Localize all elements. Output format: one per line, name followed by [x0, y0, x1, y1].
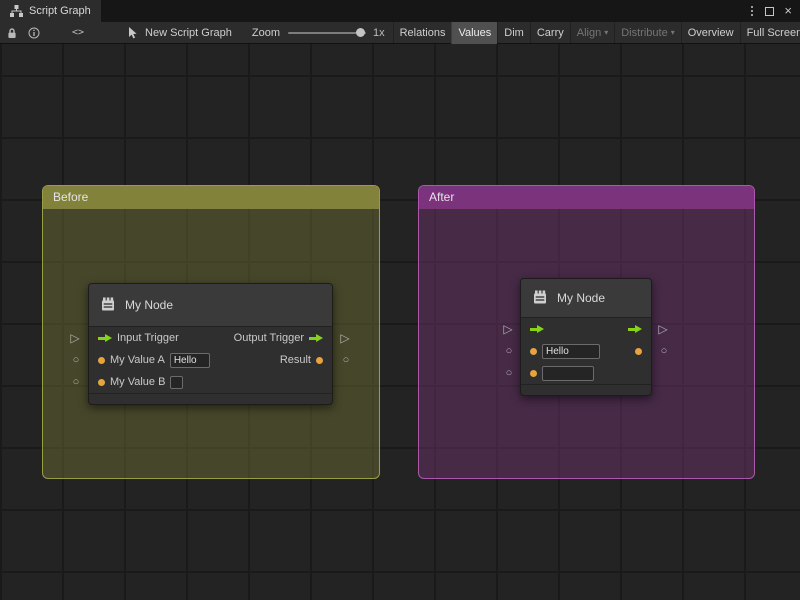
value-a-row — [521, 340, 651, 362]
titlebar: Script Graph × — [0, 0, 800, 22]
value-port-external[interactable]: ○ — [502, 366, 516, 380]
flow-port-external[interactable]: ▷ — [656, 322, 670, 336]
value-b-row — [521, 362, 651, 384]
code-view-icon[interactable]: <> — [72, 22, 84, 44]
node-icon — [99, 295, 117, 316]
value-a-row: My Value A Result — [89, 349, 332, 371]
overview-button[interactable]: Overview — [681, 22, 740, 44]
chevron-down-icon: ▾ — [604, 28, 608, 37]
graph-breadcrumb[interactable]: New Script Graph — [128, 22, 232, 44]
output-trigger-label: Output Trigger — [234, 332, 304, 344]
value-b-input[interactable] — [542, 366, 594, 381]
zoom-label: Zoom — [252, 27, 280, 39]
trigger-row — [521, 318, 651, 340]
zoom-slider[interactable] — [288, 32, 366, 34]
value-port-external[interactable]: ○ — [69, 375, 83, 389]
value-input-port-icon[interactable] — [530, 348, 537, 355]
input-trigger-label: Input Trigger — [117, 332, 179, 344]
value-port-external[interactable]: ○ — [339, 353, 353, 367]
group-before-header[interactable]: Before — [43, 186, 379, 209]
node-header[interactable]: My Node — [89, 284, 332, 327]
carry-button[interactable]: Carry — [530, 22, 570, 44]
flow-input-port-icon[interactable] — [530, 325, 544, 334]
value-port-external[interactable]: ○ — [69, 353, 83, 367]
flow-port-external[interactable]: ▷ — [338, 331, 352, 345]
flow-port-external[interactable]: ▷ — [68, 331, 82, 345]
node-footer — [521, 384, 651, 395]
value-port-external[interactable]: ○ — [657, 344, 671, 358]
flow-port-external[interactable]: ▷ — [501, 322, 515, 336]
zoom-slider-knob[interactable] — [356, 28, 365, 37]
value-b-label: My Value B — [110, 376, 165, 388]
tab-label: Script Graph — [29, 5, 91, 17]
window-maximize-icon[interactable] — [765, 7, 774, 16]
graph-toolbar: <> New Script Graph Zoom 1x Relations Va… — [0, 22, 800, 44]
zoom-control: Zoom 1x — [252, 27, 385, 39]
graph-name: New Script Graph — [145, 27, 232, 39]
distribute-button[interactable]: Distribute ▾ — [614, 22, 680, 44]
zoom-value: 1x — [373, 27, 385, 39]
graph-pointer-icon — [128, 22, 139, 44]
value-input-port-icon[interactable] — [530, 370, 537, 377]
value-output-port-icon[interactable] — [316, 357, 323, 364]
lock-icon[interactable] — [6, 22, 18, 44]
result-label: Result — [280, 354, 311, 366]
align-button[interactable]: Align ▾ — [570, 22, 614, 44]
trigger-row: Input Trigger Output Trigger — [89, 327, 332, 349]
value-input-port-icon[interactable] — [98, 379, 105, 386]
node-footer — [89, 393, 332, 404]
value-a-input[interactable] — [542, 344, 600, 359]
script-graph-window: Script Graph × <> — [0, 0, 800, 600]
node-icon — [531, 288, 549, 309]
tab-script-graph[interactable]: Script Graph — [0, 0, 101, 22]
node-header[interactable]: My Node — [521, 279, 651, 318]
toolbar-buttons: Relations Values Dim Carry Align ▾ Distr… — [393, 22, 800, 44]
value-input-port-icon[interactable] — [98, 357, 105, 364]
value-port-external[interactable]: ○ — [502, 344, 516, 358]
flow-output-port-icon[interactable] — [628, 325, 642, 334]
node-title: My Node — [125, 298, 173, 312]
window-close-icon[interactable]: × — [784, 5, 792, 17]
dim-button[interactable]: Dim — [497, 22, 530, 44]
flow-input-port-icon[interactable] — [98, 334, 112, 343]
value-output-port-icon[interactable] — [635, 348, 642, 355]
value-b-input[interactable] — [170, 376, 183, 389]
value-a-label: My Value A — [110, 354, 165, 366]
flow-output-port-icon[interactable] — [309, 334, 323, 343]
node-title: My Node — [557, 291, 605, 305]
script-graph-icon — [10, 5, 23, 17]
info-icon[interactable] — [28, 22, 40, 44]
chevron-down-icon: ▾ — [671, 28, 675, 37]
group-after-header[interactable]: After — [419, 186, 754, 209]
relations-button[interactable]: Relations — [393, 22, 452, 44]
node-my-node-after[interactable]: My Node — [520, 278, 652, 396]
window-controls: × — [749, 0, 800, 22]
fullscreen-button[interactable]: Full Screen — [740, 22, 800, 44]
node-my-node-before[interactable]: My Node Input Trigger Output Trigger My … — [88, 283, 333, 405]
graph-canvas[interactable]: Before After My Node — [0, 44, 800, 600]
window-menu-icon[interactable] — [749, 4, 755, 18]
values-button[interactable]: Values — [451, 22, 497, 44]
value-b-row: My Value B — [89, 371, 332, 393]
value-a-input[interactable] — [170, 353, 210, 368]
